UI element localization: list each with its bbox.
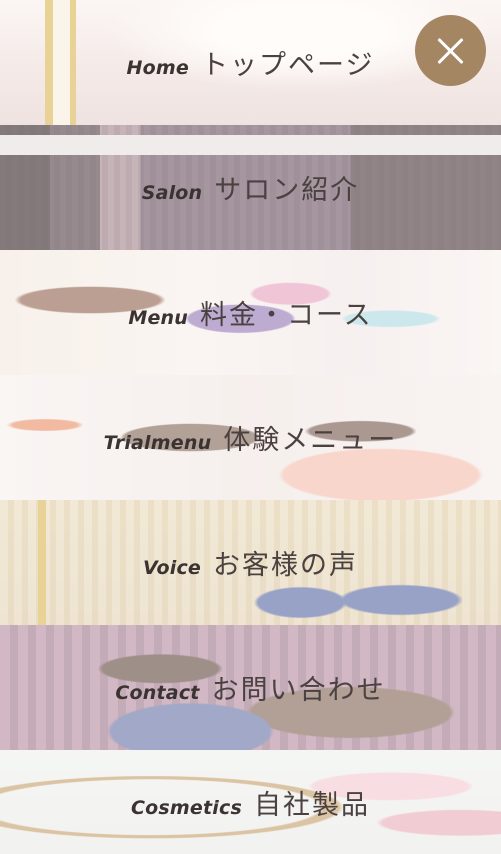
menu-item-english-label: Voice (142, 557, 202, 579)
menu-item-menu[interactable]: Menu 料金・コース (0, 250, 501, 375)
menu-item-english-label: Trialmenu (103, 432, 212, 454)
menu-item-english-label: Salon (141, 182, 203, 204)
menu-item-japanese-label: 料金・コース (200, 300, 373, 331)
menu-item-cosmetics[interactable]: Cosmetics 自社製品 (0, 750, 501, 854)
menu-item-english-label: Home (126, 57, 189, 79)
menu-item-english-label: Menu (128, 307, 188, 329)
menu-item-japanese-label: 体験メニュー (223, 425, 398, 456)
menu-item-salon[interactable]: Salon サロン紹介 (0, 125, 501, 250)
menu-item-english-label: Cosmetics (131, 796, 242, 819)
menu-item-japanese-label: お問い合わせ (211, 675, 386, 706)
menu-item-japanese-label: トップページ (200, 50, 375, 81)
close-menu-button[interactable] (415, 15, 486, 86)
menu-item-japanese-label: お客様の声 (213, 550, 359, 581)
navigation-menu: Home トップページ Salon サロン紹介 Menu 料金・コース Tria… (0, 0, 501, 854)
menu-item-voice[interactable]: Voice お客様の声 (0, 500, 501, 625)
menu-item-contact[interactable]: Contact お問い合わせ (0, 625, 501, 750)
close-icon (436, 36, 466, 66)
menu-item-japanese-label: サロン紹介 (214, 175, 360, 206)
menu-item-trialmenu[interactable]: Trialmenu 体験メニュー (0, 375, 501, 500)
menu-item-japanese-label: 自社製品 (253, 789, 370, 821)
menu-item-english-label: Contact (115, 682, 200, 704)
